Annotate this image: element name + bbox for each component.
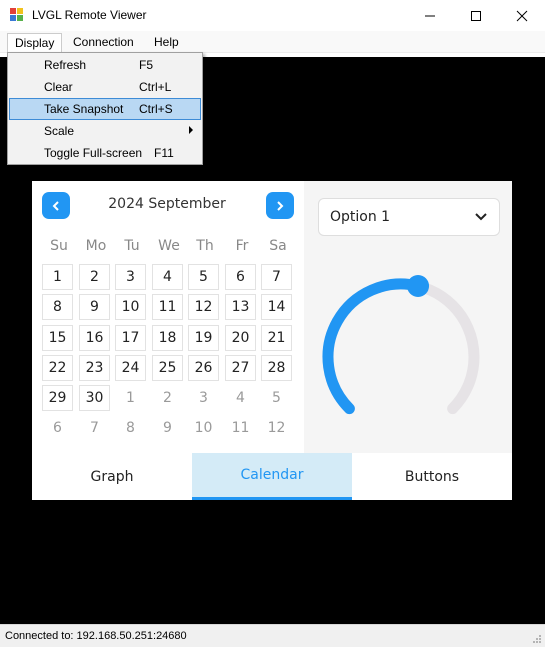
calendar-day[interactable]: 8 (42, 294, 73, 320)
calendar-day[interactable]: 26 (188, 355, 219, 381)
calendar-day-other-month[interactable]: 10 (188, 415, 219, 441)
minimize-icon (425, 15, 435, 16)
window-title: LVGL Remote Viewer (32, 8, 147, 22)
day-of-week-label: Tu (124, 238, 140, 254)
tab-buttons[interactable]: Buttons (352, 453, 512, 500)
menu-item-label: Toggle Full-screen (44, 146, 143, 160)
tab-bar: Graph Calendar Buttons (32, 453, 512, 500)
day-of-week-label: Su (50, 238, 68, 254)
app-icon (10, 8, 25, 23)
calendar-day-other-month[interactable]: 7 (79, 415, 110, 441)
calendar-day[interactable]: 2 (79, 264, 110, 290)
calendar-day-other-month[interactable]: 1 (115, 385, 146, 411)
calendar-day-other-month[interactable]: 2 (152, 385, 183, 411)
menu-item-scale[interactable]: Scale (9, 120, 201, 142)
calendar-day[interactable]: 30 (79, 385, 110, 411)
menu-connection[interactable]: Connection (66, 33, 141, 53)
calendar-day-other-month[interactable]: 6 (42, 415, 73, 441)
calendar-day-other-month[interactable]: 12 (261, 415, 292, 441)
calendar-day[interactable]: 13 (225, 294, 256, 320)
submenu-arrow-icon (189, 126, 193, 134)
calendar-day[interactable]: 7 (261, 264, 292, 290)
menu-item-take-snapshot[interactable]: Take Snapshot Ctrl+S (9, 98, 201, 120)
day-of-week-label: We (158, 238, 180, 254)
menu-item-label: Take Snapshot (44, 102, 124, 116)
menu-item-shortcut: Ctrl+S (139, 102, 173, 116)
menu-display[interactable]: Display (7, 33, 63, 53)
chevron-down-icon (475, 213, 487, 221)
menu-item-label: Clear (44, 80, 73, 94)
menu-item-refresh[interactable]: Refresh F5 (9, 54, 201, 76)
menu-help[interactable]: Help (147, 33, 186, 53)
chevron-right-icon (277, 200, 284, 211)
menu-item-shortcut: Ctrl+L (139, 80, 172, 94)
tab-calendar[interactable]: Calendar (192, 453, 352, 500)
menu-item-shortcut: F11 (154, 146, 174, 160)
calendar-day[interactable]: 18 (152, 325, 183, 351)
connection-status: Connected to: 192.168.50.251:24680 (5, 630, 187, 642)
calendar-day[interactable]: 3 (115, 264, 146, 290)
minimize-button[interactable] (407, 0, 453, 31)
calendar-day[interactable]: 19 (188, 325, 219, 351)
calendar-day[interactable]: 1 (42, 264, 73, 290)
calendar-day[interactable]: 5 (188, 264, 219, 290)
arc-indicator (322, 278, 424, 415)
chevron-left-icon (52, 200, 59, 211)
calendar-day[interactable]: 17 (115, 325, 146, 351)
calendar-day[interactable]: 20 (225, 325, 256, 351)
calendar-day-other-month[interactable]: 8 (115, 415, 146, 441)
calendar-day[interactable]: 21 (261, 325, 292, 351)
day-of-week-label: Mo (85, 238, 107, 254)
calendar-day-other-month[interactable]: 3 (188, 385, 219, 411)
day-of-week-label: Th (196, 238, 214, 254)
title-bar: LVGL Remote Viewer (0, 0, 545, 31)
resize-grip-icon[interactable] (532, 634, 542, 644)
menu-item-label: Refresh (44, 58, 87, 72)
calendar-day[interactable]: 28 (261, 355, 292, 381)
calendar-day[interactable]: 6 (225, 264, 256, 290)
widgets-panel: Option 1 (304, 181, 512, 453)
calendar-day-other-month[interactable]: 4 (225, 385, 256, 411)
lvgl-screen: 2024 September Su Mo Tu We Th Fr Sa 1234567891… (32, 181, 512, 500)
calendar-day[interactable]: 14 (261, 294, 292, 320)
calendar-day[interactable]: 25 (152, 355, 183, 381)
calendar-widget: 2024 September Su Mo Tu We Th Fr Sa 1234567891… (32, 181, 304, 453)
calendar-day[interactable]: 11 (152, 294, 183, 320)
calendar-day[interactable]: 27 (225, 355, 256, 381)
calendar-day[interactable]: 24 (115, 355, 146, 381)
menu-item-label: Scale (44, 124, 75, 138)
menu-item-clear[interactable]: Clear Ctrl+L (9, 76, 201, 98)
close-icon (516, 10, 528, 21)
maximize-button[interactable] (453, 0, 499, 31)
calendar-day-other-month[interactable]: 5 (261, 385, 292, 411)
menu-item-toggle-fullscreen[interactable]: Toggle Full-screen F11 (9, 142, 201, 164)
menu-item-shortcut: F5 (139, 58, 154, 72)
day-of-week-label: Sa (269, 238, 287, 254)
display-menu-dropdown: Refresh F5 Clear Ctrl+L Take Snapshot Ct… (7, 52, 203, 165)
next-month-button[interactable] (266, 192, 294, 219)
calendar-day[interactable]: 22 (42, 355, 73, 381)
maximize-icon (471, 10, 481, 21)
day-of-week-label: Fr (235, 238, 249, 254)
calendar-day[interactable]: 9 (79, 294, 110, 320)
calendar-day[interactable]: 23 (79, 355, 110, 381)
prev-month-button[interactable] (42, 192, 70, 219)
status-bar: Connected to: 192.168.50.251:24680 (0, 624, 545, 647)
dropdown-selected: Option 1 (330, 209, 391, 225)
calendar-day[interactable]: 15 (42, 325, 73, 351)
calendar-day[interactable]: 29 (42, 385, 73, 411)
close-button[interactable] (499, 0, 545, 31)
calendar-day-other-month[interactable]: 11 (225, 415, 256, 441)
calendar-day-other-month[interactable]: 9 (152, 415, 183, 441)
menu-bar: Display Connection Help (0, 31, 545, 53)
arc-knob[interactable] (407, 275, 430, 298)
calendar-day[interactable]: 10 (115, 294, 146, 320)
arc-widget[interactable] (318, 271, 498, 431)
tab-graph[interactable]: Graph (32, 453, 192, 500)
calendar-day[interactable]: 4 (152, 264, 183, 290)
calendar-day[interactable]: 16 (79, 325, 110, 351)
calendar-day[interactable]: 12 (188, 294, 219, 320)
calendar-header: 2024 September (108, 196, 226, 212)
option-dropdown[interactable]: Option 1 (318, 198, 500, 236)
